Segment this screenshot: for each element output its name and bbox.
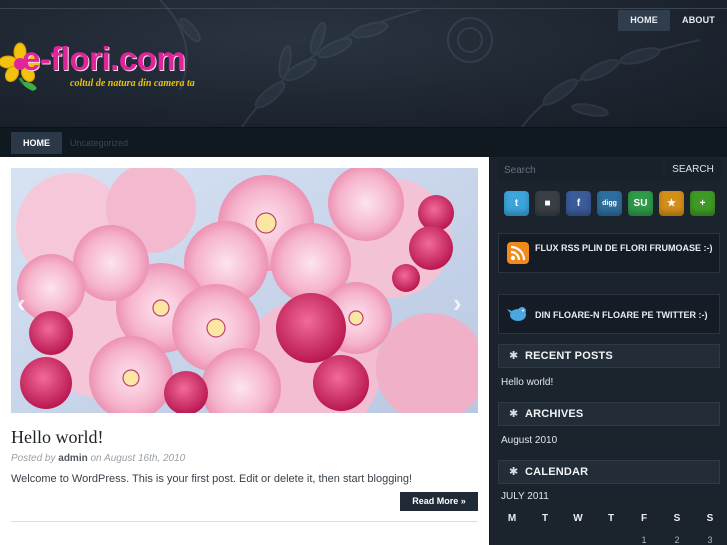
rss-icon — [507, 242, 529, 264]
calendar-weekday: T — [607, 513, 615, 524]
calendar-title: CALENDAR — [525, 466, 589, 478]
post-date: August 16th, 2010 — [104, 453, 186, 464]
calendar-month: JULY 2011 — [501, 491, 549, 502]
top-nav-about[interactable]: ABOUT — [670, 10, 727, 31]
site-header: HOME ABOUT e-flori.com coltul de natura … — [0, 0, 727, 127]
calendar-day — [600, 535, 622, 545]
slider-next-arrow-icon[interactable]: › — [453, 288, 462, 319]
post-meta-on: on — [90, 453, 102, 464]
archive-link[interactable]: August 2010 — [501, 435, 557, 446]
add-plus-icon[interactable]: + — [690, 191, 715, 216]
post-meta-prefix: Posted by — [11, 453, 56, 464]
main-content: ‹ › Hello world! Posted by admin on Augu… — [0, 157, 489, 545]
calendar-weekday: S — [706, 513, 714, 524]
slider-prev-arrow-icon[interactable]: ‹ — [17, 288, 26, 319]
social-icons-row: t ■ f digg SU ★ + — [504, 191, 715, 216]
twitter-follow-text: DIN FLOARE-N FLOARE PE TWITTER :-) — [535, 310, 708, 320]
post-title[interactable]: Hello world! — [11, 427, 103, 448]
search-button[interactable]: SEARCH — [665, 159, 721, 181]
top-navigation: HOME ABOUT — [618, 10, 727, 31]
calendar-day — [534, 535, 556, 545]
page: HOME ABOUT e-flori.com coltul de natura … — [0, 0, 727, 545]
calendar-header: ✱ CALENDAR — [498, 460, 720, 484]
archives-title: ARCHIVES — [525, 408, 584, 420]
delicious-icon[interactable]: ■ — [535, 191, 560, 216]
post-excerpt: Welcome to WordPress. This is your first… — [11, 473, 413, 485]
calendar-day[interactable]: 1 — [633, 535, 655, 545]
sidebar: SEARCH t■fdiggSU★+ FLUX RSS PLIN DE FLOR… — [489, 157, 727, 545]
digg-icon[interactable]: digg — [597, 191, 622, 216]
post-author[interactable]: admin — [58, 453, 87, 464]
twitter-icon[interactable]: t — [504, 191, 529, 216]
calendar-day[interactable]: 3 — [699, 535, 721, 545]
twitter-bird-icon — [507, 307, 526, 321]
calendar-weekday: S — [673, 513, 681, 524]
calendar-weekday: W — [573, 513, 583, 524]
calendar-day — [567, 535, 589, 545]
favorite-star-icon[interactable]: ★ — [659, 191, 684, 216]
archives-header: ✱ ARCHIVES — [498, 402, 720, 426]
category-nav-bar: HOME Uncategorized — [0, 127, 727, 157]
cherry-blossom-image — [11, 168, 478, 413]
post-meta: Posted by admin on August 16th, 2010 — [11, 453, 185, 464]
asterisk-icon: ✱ — [509, 350, 519, 362]
logo-tagline: coltul de natura din camera ta — [70, 78, 195, 89]
read-more-button[interactable]: Read More » — [400, 492, 478, 511]
featured-image-slider[interactable]: ‹ › — [11, 168, 478, 413]
top-nav-home[interactable]: HOME — [618, 10, 670, 31]
rss-feed-text: FLUX RSS PLIN DE FLORI FRUMOASE :-) — [535, 243, 713, 253]
calendar-weekday: F — [640, 513, 648, 524]
recent-posts-header: ✱ RECENT POSTS — [498, 344, 720, 368]
twitter-follow-box[interactable]: DIN FLOARE-N FLOARE PE TWITTER :-) — [498, 294, 720, 334]
nav-category-uncategorized[interactable]: Uncategorized — [70, 132, 128, 154]
calendar-weekday: T — [541, 513, 549, 524]
asterisk-icon: ✱ — [509, 466, 519, 478]
recent-posts-title: RECENT POSTS — [525, 350, 613, 362]
facebook-icon[interactable]: f — [566, 191, 591, 216]
rss-feed-box[interactable]: FLUX RSS PLIN DE FLORI FRUMOASE :-) — [498, 233, 720, 273]
nav-home-tab[interactable]: HOME — [11, 132, 62, 154]
recent-post-link[interactable]: Hello world! — [501, 377, 553, 388]
site-logo[interactable]: e-flori.com coltul de natura din camera … — [0, 40, 230, 100]
search-input[interactable] — [498, 159, 663, 181]
post-divider — [11, 521, 478, 522]
calendar-first-week: 1 2 3 — [501, 535, 721, 545]
asterisk-icon: ✱ — [509, 408, 519, 420]
calendar-day[interactable]: 2 — [666, 535, 688, 545]
calendar-weekday: M — [507, 513, 517, 524]
calendar-day — [501, 535, 523, 545]
calendar-weekday-header: MTWTFSS — [501, 513, 721, 524]
stumbleupon-icon[interactable]: SU — [628, 191, 653, 216]
logo-text: e-flori.com — [22, 40, 186, 77]
